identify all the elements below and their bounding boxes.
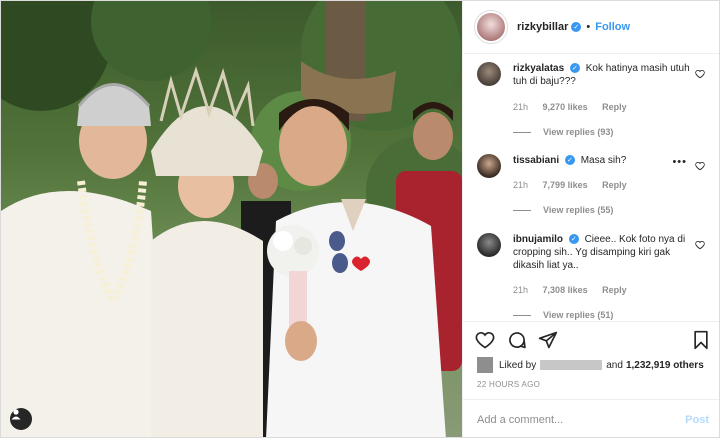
comment-icon[interactable] bbox=[507, 330, 527, 350]
view-replies-button[interactable]: View replies (51) bbox=[513, 310, 613, 320]
bookmark-icon[interactable] bbox=[691, 330, 711, 350]
blurred-liker-name bbox=[540, 360, 603, 370]
comment-time: 21h bbox=[513, 102, 529, 112]
post-timestamp: 22 HOURS AGO bbox=[477, 380, 541, 389]
comment-username[interactable]: tissabiani bbox=[513, 155, 559, 166]
verified-badge-icon: ✓ bbox=[569, 63, 580, 74]
comment-likes[interactable]: 9,270 likes bbox=[543, 102, 588, 112]
divider-line bbox=[513, 315, 531, 317]
author-avatar[interactable] bbox=[475, 11, 507, 43]
add-comment-bar: Add a comment... Post bbox=[463, 399, 719, 437]
post-side-panel: rizkybillar ✓ • Follow rizkyalatas ✓ Kok… bbox=[462, 1, 719, 437]
comment-time: 21h bbox=[513, 180, 529, 190]
post-comment-button[interactable]: Post bbox=[685, 414, 709, 426]
comments-list[interactable]: rizkyalatas ✓ Kok hatinya masih utuh tuh… bbox=[463, 54, 719, 320]
comment-body: ibnujamilo ✓ Cieee.. Kok foto nya di cro… bbox=[513, 233, 693, 272]
comment-meta: 21h 9,270 likes Reply bbox=[513, 102, 639, 112]
header-separator: • bbox=[586, 21, 591, 33]
reply-button[interactable]: Reply bbox=[602, 102, 627, 112]
comment-likes[interactable]: 7,799 likes bbox=[543, 180, 588, 190]
photo-illustration bbox=[1, 1, 462, 437]
comment-text: Masa sih? bbox=[580, 155, 627, 166]
view-replies-button[interactable]: View replies (55) bbox=[513, 205, 613, 215]
liked-by-and: and bbox=[606, 359, 623, 371]
comment-time: 21h bbox=[513, 285, 529, 295]
tagged-users-button[interactable] bbox=[10, 408, 32, 430]
commenter-avatar[interactable] bbox=[477, 154, 501, 178]
more-options-icon[interactable]: ••• bbox=[672, 156, 687, 168]
divider-line bbox=[513, 132, 531, 134]
liked-by-prefix: Liked by bbox=[499, 359, 537, 371]
post-header: rizkybillar ✓ • Follow bbox=[463, 1, 719, 54]
view-replies-button[interactable]: View replies (93) bbox=[513, 127, 613, 137]
share-icon[interactable] bbox=[538, 330, 558, 350]
author-username[interactable]: rizkybillar bbox=[517, 21, 568, 33]
liker-avatar bbox=[477, 357, 493, 373]
heart-icon[interactable] bbox=[695, 69, 705, 79]
verified-badge-icon: ✓ bbox=[571, 22, 582, 32]
likes-count[interactable]: 1,232,919 others bbox=[626, 360, 704, 371]
commenter-avatar[interactable] bbox=[477, 62, 501, 86]
follow-button[interactable]: Follow bbox=[595, 21, 630, 33]
user-icon bbox=[11, 409, 21, 420]
comment-likes[interactable]: 7,308 likes bbox=[543, 285, 588, 295]
liked-by-summary[interactable]: Liked by and 1,232,919 others bbox=[477, 357, 704, 373]
heart-icon[interactable] bbox=[695, 161, 705, 171]
post-photo[interactable] bbox=[1, 1, 462, 437]
view-replies-label: View replies (51) bbox=[543, 310, 614, 320]
divider-line bbox=[513, 210, 531, 212]
reply-button[interactable]: Reply bbox=[602, 180, 627, 190]
instagram-post: rizkybillar ✓ • Follow rizkyalatas ✓ Kok… bbox=[0, 0, 720, 438]
comment-meta: 21h 7,799 likes Reply bbox=[513, 180, 639, 190]
comment-body: tissabiani ✓ Masa sih? bbox=[513, 154, 693, 167]
heart-icon[interactable] bbox=[695, 240, 705, 250]
heart-icon[interactable] bbox=[475, 330, 495, 350]
view-replies-label: View replies (55) bbox=[543, 205, 614, 215]
verified-badge-icon: ✓ bbox=[568, 234, 579, 245]
comment-body: rizkyalatas ✓ Kok hatinya masih utuh tuh… bbox=[513, 62, 693, 88]
action-bar bbox=[463, 321, 719, 352]
verified-badge-icon: ✓ bbox=[564, 155, 575, 166]
comment-meta: 21h 7,308 likes Reply bbox=[513, 285, 639, 295]
commenter-avatar[interactable] bbox=[477, 233, 501, 257]
reply-button[interactable]: Reply bbox=[602, 285, 627, 295]
view-replies-label: View replies (93) bbox=[543, 127, 614, 137]
comment-username[interactable]: ibnujamilo bbox=[513, 234, 563, 245]
comment-username[interactable]: rizkyalatas bbox=[513, 63, 564, 74]
comment-input[interactable]: Add a comment... bbox=[477, 414, 563, 426]
